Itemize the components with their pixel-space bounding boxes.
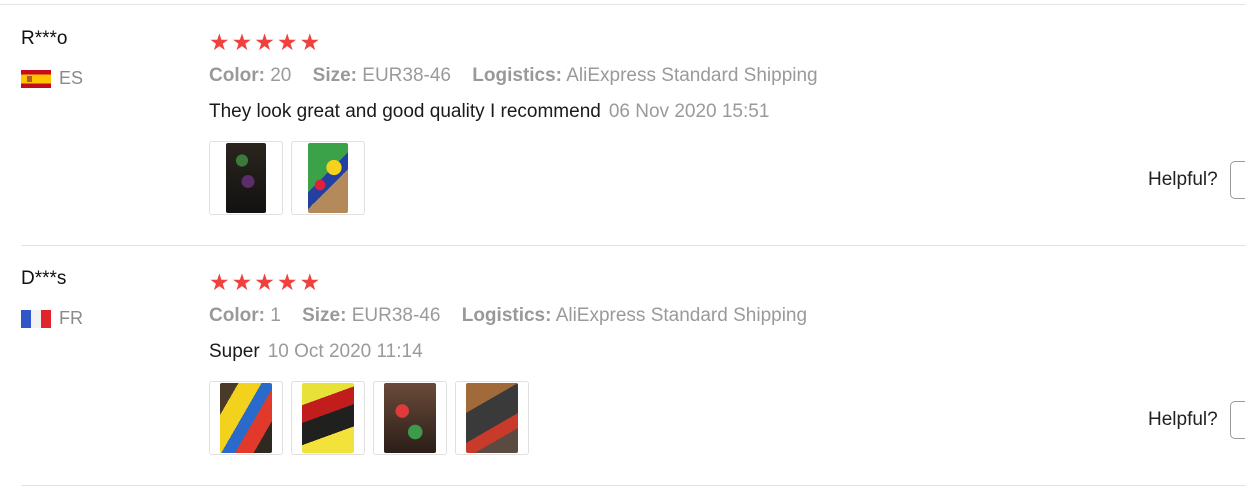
order-attributes: Color: 1 Size: EUR38-46 Logistics: AliEx… bbox=[209, 305, 823, 327]
reviewer-name: D***s bbox=[21, 268, 67, 289]
review-photo-thumbnail[interactable] bbox=[209, 141, 283, 215]
helpful-button[interactable] bbox=[1229, 161, 1245, 199]
photo-image bbox=[220, 383, 272, 453]
photo-image bbox=[308, 143, 348, 213]
star-rating: ★ ★ ★ ★ ★ bbox=[209, 30, 320, 54]
review-photo-thumbnail[interactable] bbox=[373, 381, 447, 455]
star-icon: ★ bbox=[231, 269, 253, 295]
star-icon: ★ bbox=[299, 269, 321, 295]
review-item: R***o ES ★ ★ ★ ★ ★ Color: 20 Size: EUR38… bbox=[21, 5, 1246, 246]
photo-image bbox=[466, 383, 518, 453]
review-photo-thumbnail[interactable] bbox=[291, 381, 365, 455]
reviewer-name: R***o bbox=[21, 28, 68, 49]
star-icon: ★ bbox=[276, 269, 298, 295]
review-content: They look great and good quality I recom… bbox=[209, 101, 769, 123]
logistics-label: Logistics: bbox=[472, 65, 563, 86]
review-photo-thumbnail[interactable] bbox=[209, 381, 283, 455]
size-label: Size: bbox=[312, 65, 357, 86]
star-icon: ★ bbox=[276, 29, 298, 55]
size-label: Size: bbox=[302, 305, 347, 326]
review-photos bbox=[209, 381, 529, 455]
color-label: Color: bbox=[209, 65, 265, 86]
helpful-button[interactable] bbox=[1229, 401, 1245, 439]
review-photo-thumbnail[interactable] bbox=[291, 141, 365, 215]
country-code: ES bbox=[59, 68, 84, 88]
star-icon: ★ bbox=[254, 269, 275, 295]
logistics-value: AliExpress Standard Shipping bbox=[555, 305, 808, 326]
helpful-control: Helpful? bbox=[1148, 401, 1245, 439]
review-content: Super 10 Oct 2020 11:14 bbox=[209, 341, 423, 363]
reviewer-country: ES bbox=[21, 68, 83, 89]
review-date: 06 Nov 2020 15:51 bbox=[608, 101, 770, 122]
france-flag-icon bbox=[21, 309, 51, 328]
country-code: FR bbox=[59, 308, 83, 328]
size-value: EUR38-46 bbox=[351, 305, 441, 326]
star-rating: ★ ★ ★ ★ ★ bbox=[209, 270, 320, 294]
helpful-label: Helpful? bbox=[1148, 409, 1218, 430]
order-attributes: Color: 20 Size: EUR38-46 Logistics: AliE… bbox=[209, 65, 834, 87]
star-icon: ★ bbox=[254, 29, 275, 55]
review-item: D***s FR ★ ★ ★ ★ ★ Color: 1 Size: EUR38-… bbox=[21, 245, 1246, 486]
logistics-value: AliExpress Standard Shipping bbox=[566, 65, 818, 86]
helpful-label: Helpful? bbox=[1148, 169, 1218, 190]
helpful-control: Helpful? bbox=[1148, 161, 1245, 199]
size-value: EUR38-46 bbox=[362, 65, 451, 86]
color-value: 20 bbox=[270, 65, 292, 86]
review-photo-thumbnail[interactable] bbox=[455, 381, 529, 455]
star-icon: ★ bbox=[209, 29, 230, 55]
color-label: Color: bbox=[209, 305, 265, 326]
star-icon: ★ bbox=[231, 29, 253, 55]
photo-image bbox=[226, 143, 266, 213]
star-icon: ★ bbox=[209, 269, 230, 295]
review-text: They look great and good quality I recom… bbox=[209, 101, 601, 122]
review-date: 10 Oct 2020 11:14 bbox=[267, 341, 423, 362]
star-icon: ★ bbox=[299, 29, 321, 55]
photo-image bbox=[384, 383, 436, 453]
logistics-label: Logistics: bbox=[461, 305, 552, 326]
color-value: 1 bbox=[270, 305, 281, 326]
spain-flag-icon bbox=[21, 69, 51, 88]
photo-image bbox=[302, 383, 354, 453]
reviewer-country: FR bbox=[21, 308, 83, 329]
review-photos bbox=[209, 141, 365, 215]
review-text: Super bbox=[209, 341, 260, 362]
